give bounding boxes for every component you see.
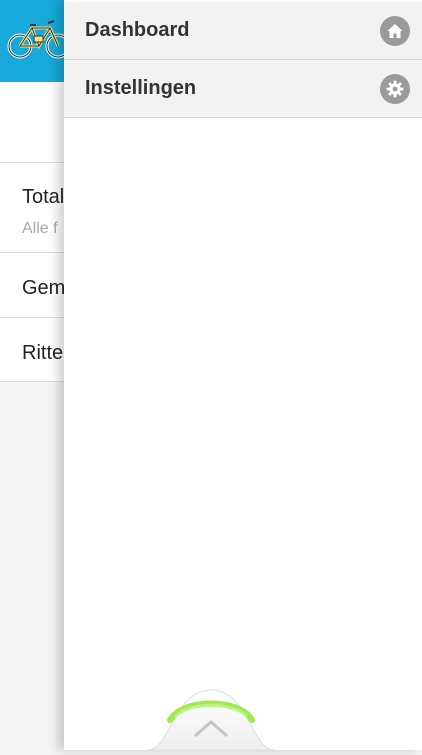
stat-row-title: Gem [22,277,66,299]
navigation-drawer: Dashboard Instellingen [64,0,422,750]
bicycle-icon [7,20,71,59]
home-icon [380,16,410,46]
pull-up-handle[interactable] [147,686,275,751]
stat-row-title: Total [22,186,65,208]
stat-row-subtitle: Alle f [22,220,58,237]
drawer-item-label: Dashboard [85,19,190,41]
bicycle-logo [0,0,72,82]
drawer-item-settings[interactable]: Instellingen [64,60,422,118]
drawer-item-dashboard[interactable]: Dashboard [64,2,422,60]
drawer-item-label: Instellingen [85,77,197,99]
gear-icon [380,74,410,104]
chevron-up-icon [194,720,228,738]
stat-row-title: Ritte [22,342,64,364]
